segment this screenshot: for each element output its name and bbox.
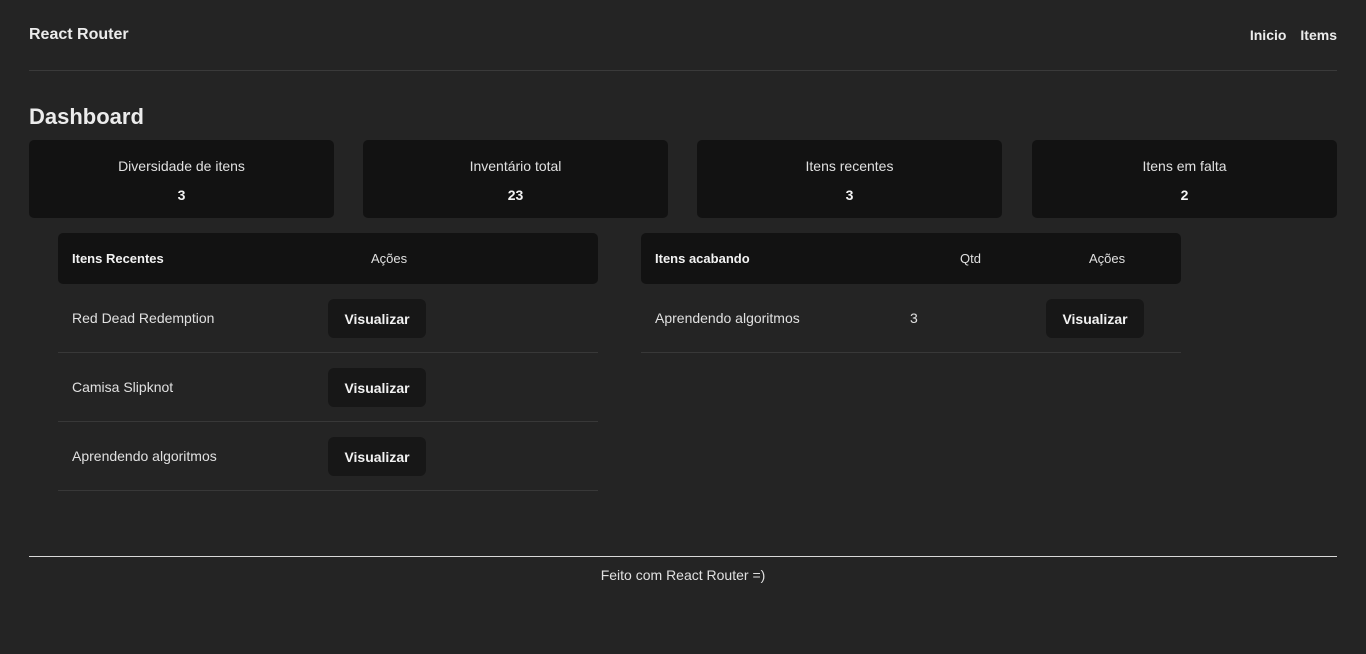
stat-value: 3 (177, 187, 186, 203)
view-button[interactable]: Visualizar (1046, 299, 1144, 338)
page-title: Dashboard (29, 104, 144, 129)
nav-link-inicio[interactable]: Inicio (1250, 27, 1287, 43)
view-button[interactable]: Visualizar (328, 437, 426, 476)
low-stock-table: Itens acabando Qtd Ações Aprendendo algo… (641, 233, 1181, 353)
stat-label: Itens recentes (805, 158, 894, 174)
table-row: Camisa Slipknot Visualizar (58, 353, 598, 422)
stat-value: 23 (507, 187, 524, 203)
brand-title: React Router (29, 26, 129, 43)
stat-card-missing-items: Itens em falta 2 (1032, 140, 1337, 218)
stat-card-diversity: Diversidade de itens 3 (29, 140, 334, 218)
column-header-name: Itens acabando (655, 251, 750, 266)
column-header-name: Itens Recentes (72, 251, 164, 266)
footer-divider (29, 556, 1337, 557)
page: React Router Inicio Items Dashboard Dive… (0, 0, 1366, 654)
recent-items-table: Itens Recentes Ações Red Dead Redemption… (58, 233, 598, 491)
column-header-qty: Qtd (960, 251, 981, 266)
item-qty: 3 (910, 310, 918, 326)
table-row: Aprendendo algoritmos 3 Visualizar (641, 284, 1181, 353)
table-header: Itens acabando Qtd Ações (641, 233, 1181, 284)
item-name: Red Dead Redemption (72, 310, 215, 326)
column-header-actions: Ações (371, 251, 408, 266)
table-body: Red Dead Redemption Visualizar Camisa Sl… (58, 284, 598, 491)
item-name: Aprendendo algoritmos (72, 448, 217, 464)
view-button[interactable]: Visualizar (328, 299, 426, 338)
stat-label: Diversidade de itens (118, 158, 245, 174)
header: React Router Inicio Items (29, 0, 1337, 71)
stat-label: Inventário total (469, 158, 562, 174)
table-body: Aprendendo algoritmos 3 Visualizar (641, 284, 1181, 353)
stat-card-total-inventory: Inventário total 23 (363, 140, 668, 218)
item-name: Aprendendo algoritmos (655, 310, 800, 326)
stat-card-recent-items: Itens recentes 3 (697, 140, 1002, 218)
nav-link-items[interactable]: Items (1300, 27, 1337, 43)
stat-value: 2 (1180, 187, 1189, 203)
top-nav: Inicio Items (1250, 27, 1337, 43)
table-header: Itens Recentes Ações (58, 233, 598, 284)
stat-label: Itens em falta (1142, 158, 1227, 174)
column-header-actions: Ações (1089, 251, 1126, 266)
table-row: Red Dead Redemption Visualizar (58, 284, 598, 353)
table-row: Aprendendo algoritmos Visualizar (58, 422, 598, 491)
item-name: Camisa Slipknot (72, 379, 174, 395)
stat-value: 3 (845, 187, 854, 203)
footer-text: Feito com React Router =) (600, 567, 766, 583)
view-button[interactable]: Visualizar (328, 368, 426, 407)
